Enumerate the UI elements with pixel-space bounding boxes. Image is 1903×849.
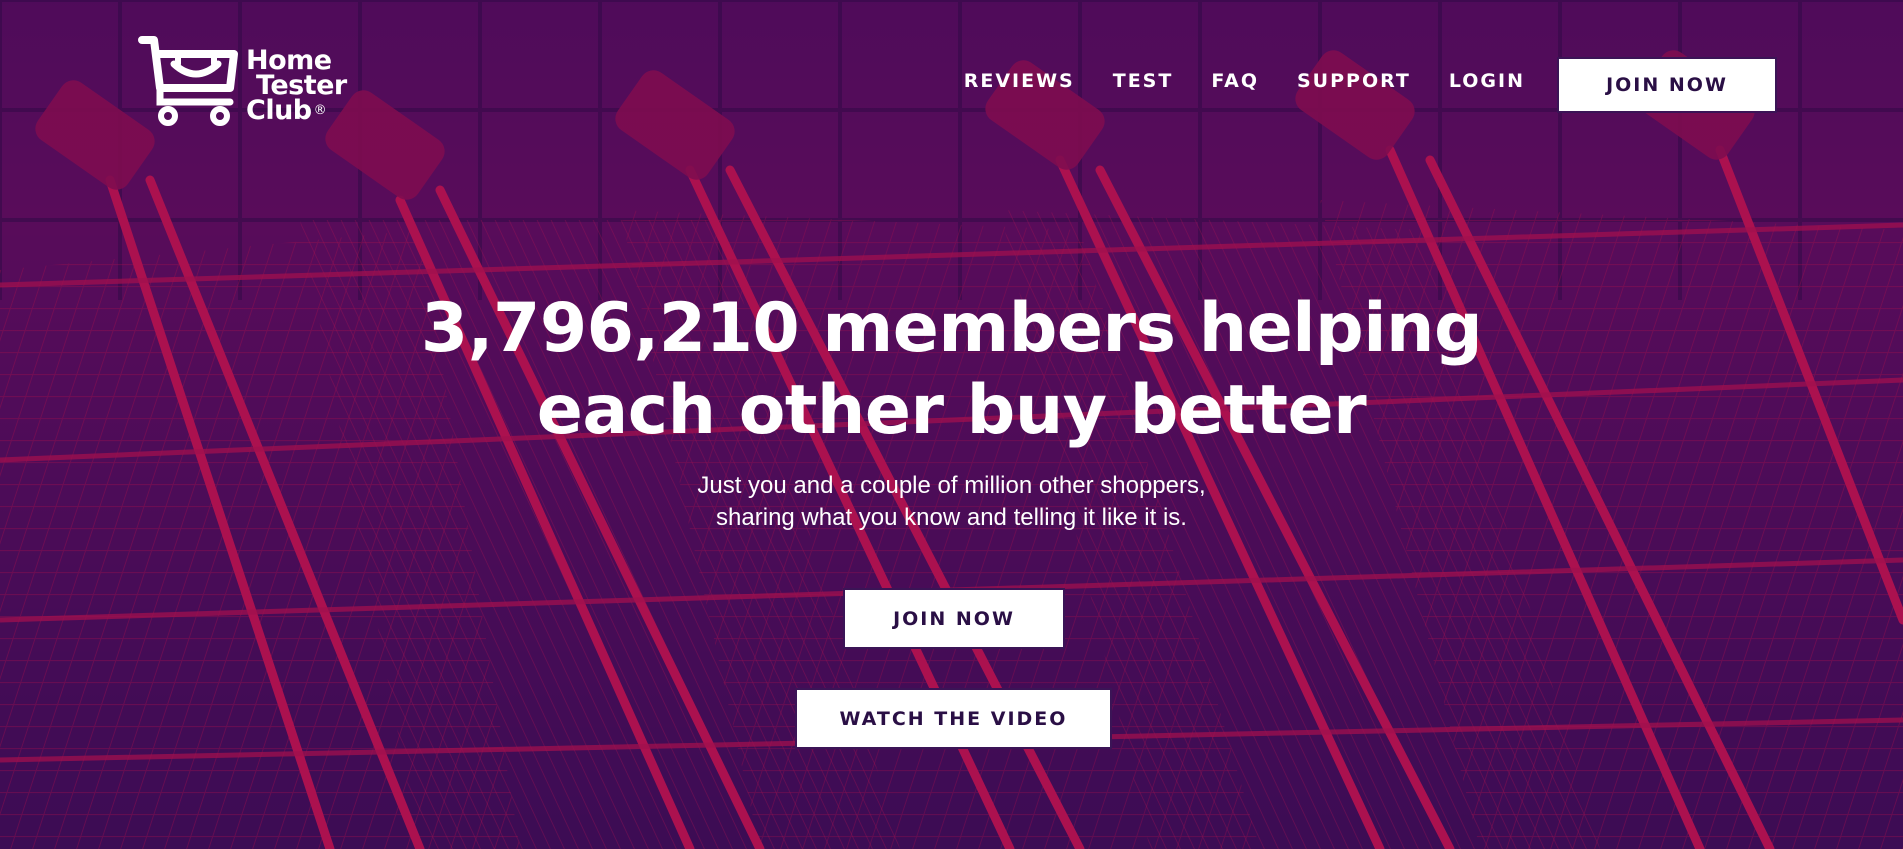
site-logo[interactable]: Home Tester Club ® [138,36,358,128]
hero-headline: 3,796,210 members helping each other buy… [0,288,1903,452]
hero-subheadline-line2: sharing what you know and telling it lik… [716,504,1187,531]
nav-login-link[interactable]: LOGIN [1449,70,1525,92]
nav-test-link[interactable]: TEST [1113,70,1174,92]
shopping-cart-smile-icon [138,36,238,126]
nav-support-link[interactable]: SUPPORT [1297,70,1411,92]
hero-headline-line1: 3,796,210 members helping [420,289,1483,368]
registered-mark: ® [313,103,327,118]
logo-line-club: Club ® [246,95,347,126]
logo-club-text: Club [246,95,312,126]
hero-section: Home Tester Club ® REVIEWS TEST FAQ SUPPO… [0,0,1903,849]
hero-subheadline-line1: Just you and a couple of million other s… [697,472,1206,499]
hero-subheadline: Just you and a couple of million other s… [0,470,1903,534]
logo-wordmark: Home Tester Club ® [246,47,347,126]
watch-video-button[interactable]: WATCH THE VIDEO [795,688,1112,749]
hero-headline-line2: each other buy better [536,371,1367,450]
hero-join-now-button[interactable]: JOIN NOW [843,588,1065,649]
nav-reviews-link[interactable]: REVIEWS [964,70,1075,92]
nav-join-now-button[interactable]: JOIN NOW [1557,57,1777,113]
main-nav: REVIEWS TEST FAQ SUPPORT LOGIN [926,70,1525,92]
nav-faq-link[interactable]: FAQ [1211,70,1259,92]
